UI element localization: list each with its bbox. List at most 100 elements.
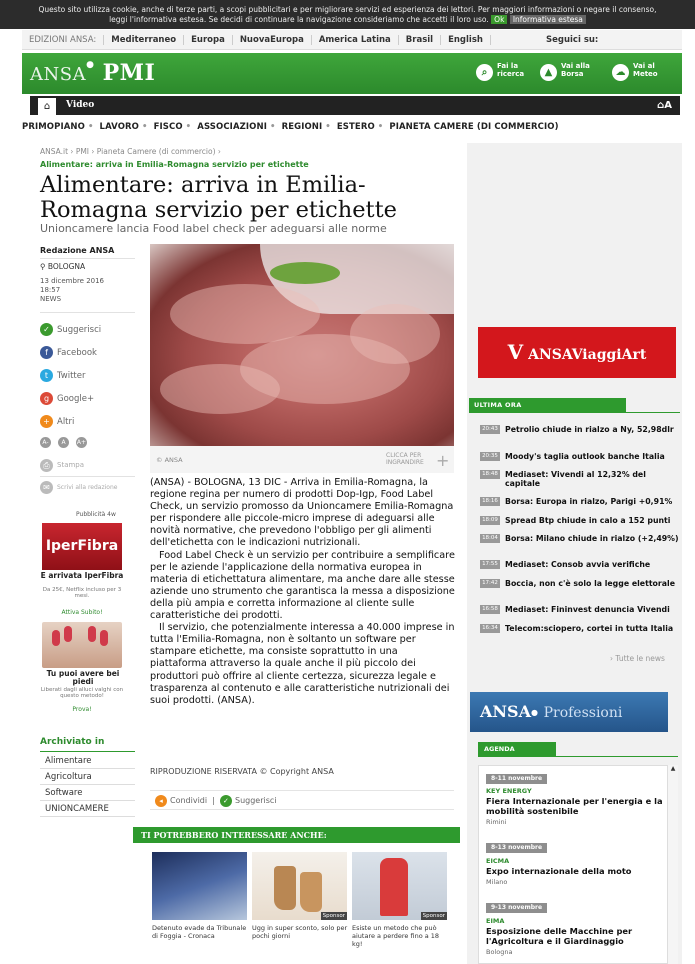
news-item[interactable]: Boccia, non c'è solo la legge elettorale xyxy=(505,579,681,588)
section-regioni[interactable]: REGIONI xyxy=(282,122,323,132)
related-image[interactable]: Sponsor xyxy=(352,852,447,920)
ad1-link[interactable]: Attiva Subito! xyxy=(40,609,124,616)
archive-tag[interactable]: UNIONCAMERE xyxy=(40,802,135,817)
edition-nuovaeuropa[interactable]: NuovaEuropa xyxy=(233,34,312,45)
agenda-date: 9-13 novembre xyxy=(486,903,548,913)
twitter-icon: t xyxy=(40,369,53,382)
edition-europa[interactable]: Europa xyxy=(184,34,233,45)
ad2-link[interactable]: Prova! xyxy=(40,706,124,713)
news-time: 20:35 xyxy=(480,452,500,461)
agenda-scrollbar[interactable]: ▲ xyxy=(667,765,678,964)
section-associazioni[interactable]: ASSOCIAZIONI xyxy=(197,122,267,132)
share-suggest[interactable]: ✓ Suggerisci xyxy=(40,322,101,340)
scroll-up-icon[interactable]: ▲ xyxy=(671,765,676,772)
news-item[interactable]: Spread Btp chiude in calo a 152 punti xyxy=(505,516,681,525)
share-googleplus[interactable]: g Google+ xyxy=(40,391,94,409)
home-icon[interactable]: ⌂ xyxy=(38,98,56,115)
font-increase-button[interactable]: A+ xyxy=(76,437,87,448)
archive-tag[interactable]: Agricoltura xyxy=(40,770,135,785)
font-size-toggle[interactable]: ⌂A xyxy=(657,96,672,115)
font-decrease-button[interactable]: A- xyxy=(40,437,51,448)
section-pianeta-camere[interactable]: PIANETA CAMERE (DI COMMERCIO) xyxy=(389,122,558,132)
mail-icon: ✉ xyxy=(40,481,53,494)
main-nav: ⌂ Video ⌂A xyxy=(30,96,680,115)
enlarge-label[interactable]: CLICCA PER INGRANDIRE xyxy=(386,452,426,466)
ad-iperfibra-banner[interactable]: IperFibra xyxy=(42,523,122,570)
photo-caption: © ANSA CLICCA PER INGRANDIRE + xyxy=(150,446,454,473)
nav-video[interactable]: Video xyxy=(60,96,100,115)
googleplus-icon: g xyxy=(40,392,53,405)
article-paragraph: Il servizio, che potenzialmente interess… xyxy=(150,622,455,706)
ad2-title[interactable]: Tu puoi avere bei piedi xyxy=(38,670,128,686)
share-button[interactable]: ◂ Condividi xyxy=(155,794,207,807)
site-logo[interactable]: ANSA● PMI xyxy=(30,60,155,86)
location-pin-icon: ⚲ xyxy=(40,262,46,271)
viaggiart-banner[interactable]: V ANSAViaggiArt xyxy=(478,327,676,378)
divider xyxy=(40,476,135,477)
news-item[interactable]: Telecom:sciopero, cortei in tutta Italia xyxy=(505,624,681,633)
photo-credit: © ANSA xyxy=(156,456,183,464)
share-more[interactable]: + Altri xyxy=(40,414,74,432)
share-facebook[interactable]: f Facebook xyxy=(40,345,97,363)
news-item[interactable]: Mediaset: Fininvest denuncia Vivendi xyxy=(505,605,681,614)
cookie-ok-button[interactable]: Ok xyxy=(491,15,508,24)
edition-america-latina[interactable]: America Latina xyxy=(312,34,399,45)
print-button[interactable]: ⎙ Stampa xyxy=(40,457,84,475)
agenda-place: Rimini xyxy=(486,818,507,826)
agenda-date: 8-11 novembre xyxy=(486,774,548,784)
news-item[interactable]: Petrolio chiude in rialzo a Ny, 52,98dlr xyxy=(505,425,681,434)
related-image[interactable]: Sponsor xyxy=(252,852,347,920)
sponsor-badge: Sponsor xyxy=(320,912,347,920)
agenda-title[interactable]: Esposizione delle Macchine per l'Agricol… xyxy=(486,926,664,946)
related-text[interactable]: Detenuto evade da Tribunale di Foggia - … xyxy=(152,924,249,940)
agenda-title[interactable]: Expo internazionale della moto xyxy=(486,866,664,876)
ad1-title[interactable]: E arrivata IperFibra xyxy=(40,572,124,580)
edition-brasil[interactable]: Brasil xyxy=(399,34,442,45)
related-image[interactable] xyxy=(152,852,247,920)
news-item[interactable]: Moody's taglia outlook banche Italia xyxy=(505,452,681,461)
article-paragraph: (ANSA) - BOLOGNA, 13 DIC - Arriva in Emi… xyxy=(150,477,454,549)
cookie-text-line2: leggi l'informativa estesa. Se decidi di… xyxy=(109,15,489,24)
news-item[interactable]: Borsa: Europa in rialzo, Parigi +0,91% xyxy=(505,497,681,506)
share-twitter[interactable]: t Twitter xyxy=(40,368,86,386)
ad-feet-image[interactable] xyxy=(42,622,122,668)
agenda-place: Milano xyxy=(486,878,508,886)
news-item[interactable]: Mediaset: Consob avvia verifiche xyxy=(505,560,681,569)
divider xyxy=(469,412,680,413)
font-reset-button[interactable]: A xyxy=(58,437,69,448)
ad2-subtitle: Liberati dagli alluci valghi con questo … xyxy=(40,687,124,699)
archive-tag[interactable]: Software xyxy=(40,786,135,801)
news-item[interactable]: Mediaset: Vivendi al 12,32% del capitale xyxy=(505,470,681,488)
professioni-banner[interactable]: ANSA● Professioni xyxy=(470,692,668,732)
editions-bar: EDIZIONI ANSA: Mediterraneo Europa Nuova… xyxy=(22,30,682,50)
editions-label: EDIZIONI ANSA: xyxy=(22,34,105,45)
share-bar: ◂ Condividi | ✓ Suggerisci xyxy=(150,790,454,810)
agenda-tag: EICMA xyxy=(486,857,510,865)
news-item[interactable]: Borsa: Milano chiude in rialzo (+2,49%) xyxy=(505,534,681,543)
print-icon: ⎙ xyxy=(40,458,53,472)
article-photo[interactable] xyxy=(150,244,454,446)
section-primopiano[interactable]: PRIMOPIANO xyxy=(22,122,85,132)
section-fisco[interactable]: FISCO xyxy=(154,122,183,132)
section-lavoro[interactable]: LAVORO xyxy=(100,122,139,132)
ultima-ora-header: ULTIMA ORA xyxy=(469,398,626,413)
suggest-button[interactable]: ✓ Suggerisci xyxy=(219,794,277,807)
edition-mediterraneo[interactable]: Mediterraneo xyxy=(104,34,185,45)
archive-tag[interactable]: Alimentare xyxy=(40,754,135,769)
divider xyxy=(40,751,135,752)
agenda-title[interactable]: Fiera Internazionale per l'energia e la … xyxy=(486,796,664,816)
related-text[interactable]: Ugg in super sconto, solo per pochi gior… xyxy=(252,924,349,940)
cookie-info-button[interactable]: Informativa estesa xyxy=(509,15,586,24)
section-estero[interactable]: ESTERO xyxy=(337,122,375,132)
related-text[interactable]: Esiste un metodo che può aiutare a perde… xyxy=(352,924,449,948)
all-news-link[interactable]: › Tutte le news xyxy=(610,654,665,663)
leaf-shape xyxy=(270,262,340,284)
v-logo-icon: V xyxy=(507,340,524,364)
boot-shape xyxy=(274,866,296,910)
boot-shape xyxy=(300,872,322,912)
weather-icon: ☁ xyxy=(612,64,629,81)
breadcrumb[interactable]: ANSA.it › PMI › Pianeta Camere (di comme… xyxy=(40,147,221,156)
edition-english[interactable]: English xyxy=(441,34,491,45)
enlarge-plus-icon[interactable]: + xyxy=(436,451,449,470)
write-editor-button[interactable]: ✉ Scrivi alla redazione xyxy=(40,480,117,498)
